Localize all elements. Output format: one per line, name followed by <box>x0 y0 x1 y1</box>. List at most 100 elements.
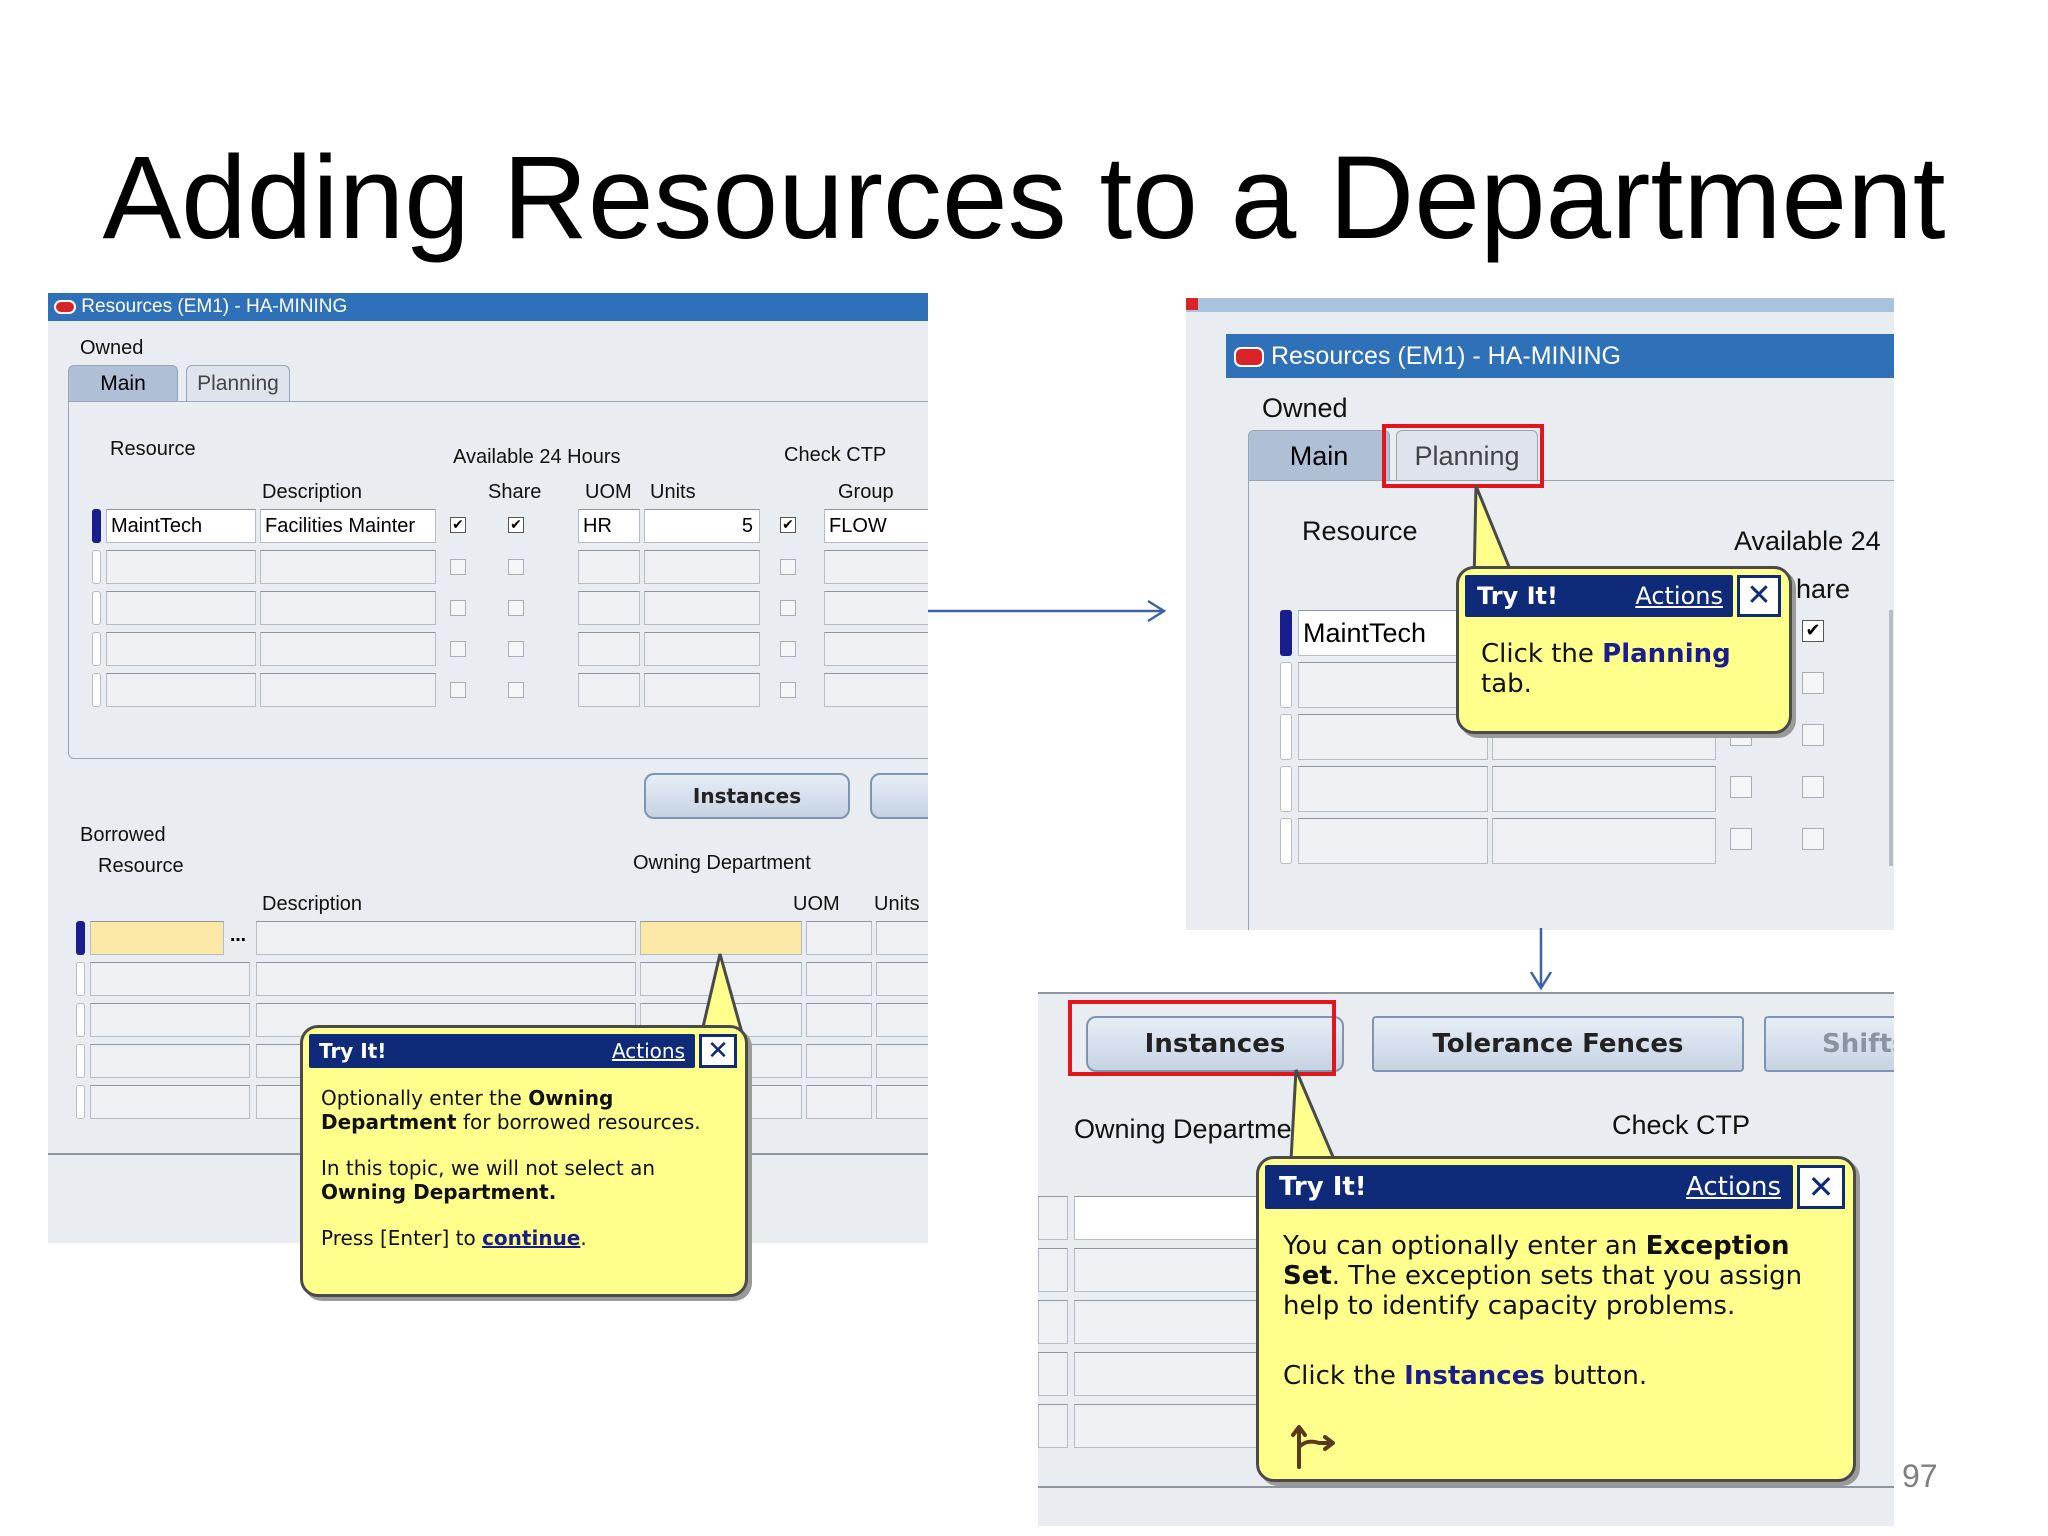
borrowed-resource-field[interactable] <box>90 1003 250 1037</box>
uom-field[interactable] <box>578 632 640 666</box>
continue-link[interactable]: continue <box>482 1226 580 1250</box>
next-button-partial[interactable] <box>870 773 928 819</box>
record-indicator <box>92 550 101 584</box>
bubble-body: Click the Planning tab. <box>1481 639 1781 699</box>
checkbox-icon[interactable] <box>1802 828 1824 850</box>
record-indicator <box>92 509 101 543</box>
shifts-button[interactable]: Shifts <box>1764 1016 1894 1072</box>
description-field[interactable] <box>1492 818 1716 864</box>
checkbox-icon[interactable] <box>508 559 524 575</box>
tab-main[interactable]: Main <box>68 365 178 401</box>
tab-main[interactable]: Main <box>1248 430 1390 480</box>
borrowed-units-field[interactable] <box>876 1044 928 1078</box>
bubble-text: In this topic, we will not select an <box>321 1156 656 1180</box>
borrowed-resource-field[interactable] <box>90 1085 250 1119</box>
close-icon[interactable]: ✕ <box>699 1034 737 1068</box>
borrowed-uom-field[interactable] <box>806 962 872 996</box>
next-step-icon[interactable] <box>1289 1421 1339 1471</box>
planning-tab-highlight <box>1382 424 1544 488</box>
group-field[interactable] <box>824 632 928 666</box>
uom-field[interactable] <box>578 673 640 707</box>
tolerance-fences-button[interactable]: Tolerance Fences <box>1372 1016 1744 1072</box>
group-field[interactable] <box>824 591 928 625</box>
left-partial-field[interactable] <box>1038 1352 1068 1396</box>
close-icon[interactable]: ✕ <box>1737 575 1781 617</box>
resource-field[interactable] <box>106 591 256 625</box>
uom-field[interactable] <box>578 550 640 584</box>
units-field[interactable] <box>644 673 760 707</box>
group-field[interactable] <box>824 673 928 707</box>
checkbox-icon[interactable] <box>1802 776 1824 798</box>
left-partial-field[interactable] <box>1038 1300 1068 1344</box>
borrowed-uom-field[interactable] <box>806 1044 872 1078</box>
close-icon[interactable]: ✕ <box>1797 1165 1845 1209</box>
description-field[interactable] <box>260 550 436 584</box>
borrowed-resource-field[interactable] <box>90 921 224 955</box>
checkbox-icon[interactable] <box>780 600 796 616</box>
checkbox-icon[interactable]: ✔ <box>780 517 796 533</box>
borrowed-uom-field[interactable] <box>806 921 872 955</box>
resource-field[interactable] <box>1298 766 1488 812</box>
uom-field[interactable]: HR <box>578 509 640 543</box>
left-partial-field[interactable] <box>1038 1248 1068 1292</box>
group-field[interactable] <box>824 550 928 584</box>
borrowed-units-field[interactable] <box>876 1003 928 1037</box>
borrowed-units-field[interactable] <box>876 1085 928 1119</box>
checkbox-icon[interactable] <box>508 682 524 698</box>
record-indicator <box>76 921 85 955</box>
description-field[interactable]: Facilities Mainter <box>260 509 436 543</box>
units-field[interactable] <box>644 591 760 625</box>
borrowed-uom-field[interactable] <box>806 1003 872 1037</box>
checkbox-icon[interactable] <box>1802 724 1824 746</box>
checkbox-icon[interactable]: ✔ <box>508 517 524 533</box>
resource-field[interactable] <box>106 632 256 666</box>
checkbox-icon[interactable]: ✔ <box>450 517 466 533</box>
checkbox-icon[interactable] <box>508 641 524 657</box>
resource-field[interactable] <box>106 550 256 584</box>
checkbox-icon[interactable] <box>450 682 466 698</box>
actions-link[interactable]: Actions <box>1635 575 1723 617</box>
checkbox-icon[interactable] <box>780 682 796 698</box>
checkbox-icon[interactable] <box>1802 672 1824 694</box>
left-partial-field[interactable] <box>1038 1196 1068 1240</box>
checkbox-icon[interactable] <box>1730 776 1752 798</box>
units-value: 5 <box>741 515 753 537</box>
tab-planning[interactable]: Planning <box>186 365 290 401</box>
left-partial-field[interactable] <box>1038 1404 1068 1448</box>
checkbox-icon[interactable] <box>1730 828 1752 850</box>
checkbox-icon[interactable] <box>450 559 466 575</box>
units-field[interactable] <box>644 632 760 666</box>
resource-field[interactable] <box>106 673 256 707</box>
checkbox-icon[interactable] <box>780 641 796 657</box>
checkbox-icon[interactable]: ✔ <box>1802 620 1824 642</box>
borrowed-resource-field[interactable] <box>90 962 250 996</box>
group-field[interactable]: FLOW <box>824 509 928 543</box>
window-top-border <box>1038 992 1894 994</box>
ellipsis-icon[interactable]: … <box>228 921 248 955</box>
borrowed-units-field[interactable] <box>876 962 928 996</box>
borrowed-resource-field[interactable] <box>90 1044 250 1078</box>
borrowed-units-field[interactable] <box>876 921 928 955</box>
borrowed-description-field[interactable] <box>256 962 636 996</box>
borrowed-uom-field[interactable] <box>806 1085 872 1119</box>
description-field[interactable] <box>260 591 436 625</box>
units-field[interactable]: 5 <box>644 509 760 543</box>
checkbox-icon[interactable] <box>508 600 524 616</box>
bubble-paragraph: You can optionally enter an Exception Se… <box>1283 1231 1839 1321</box>
bubble-body: Optionally enter the Owning Department f… <box>321 1086 731 1250</box>
actions-link[interactable]: Actions <box>612 1034 685 1068</box>
header-share-partial: hare <box>1796 574 1851 604</box>
description-field[interactable] <box>1492 766 1716 812</box>
uom-field[interactable] <box>578 591 640 625</box>
checkbox-icon[interactable] <box>450 600 466 616</box>
units-field[interactable] <box>644 550 760 584</box>
actions-link[interactable]: Actions <box>1686 1165 1781 1209</box>
description-field[interactable] <box>260 632 436 666</box>
resource-field[interactable] <box>1298 818 1488 864</box>
description-field[interactable] <box>260 673 436 707</box>
borrowed-description-field[interactable] <box>256 921 636 955</box>
resource-field[interactable]: MaintTech <box>106 509 256 543</box>
checkbox-icon[interactable] <box>780 559 796 575</box>
checkbox-icon[interactable] <box>450 641 466 657</box>
instances-button[interactable]: Instances <box>644 773 850 819</box>
